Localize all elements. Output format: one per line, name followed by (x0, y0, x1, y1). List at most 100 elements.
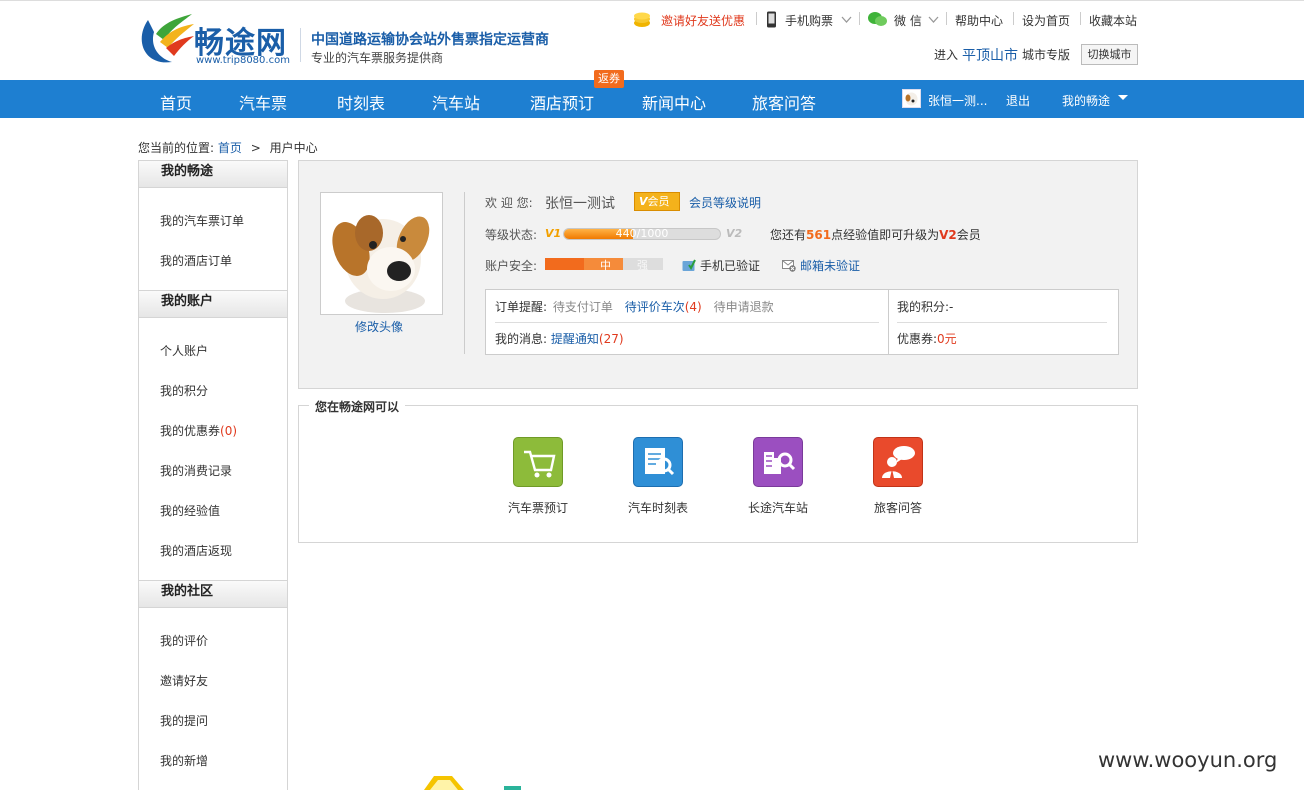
sidebar-section-title: 我的畅途 (139, 160, 287, 188)
caret-down-icon[interactable] (1118, 95, 1128, 100)
floating-gift-icon[interactable] (424, 774, 484, 790)
upgrade-level: V2 (939, 228, 957, 242)
user-profile-panel: 修改头像 欢 迎 您: 张恒一测试 V会员 会员等级说明 等级状态: V1 44… (298, 160, 1138, 389)
service-label: 汽车票预订 (507, 501, 568, 515)
member-badge: V会员 (634, 192, 680, 211)
user-avatar[interactable] (320, 192, 443, 315)
sidebar-item-reviews[interactable]: 我的评价 (160, 632, 208, 649)
puppy-photo-icon (321, 193, 442, 314)
nav-news[interactable]: 新闻中心 (642, 90, 706, 114)
pending-payment-link[interactable]: 待支付订单 (553, 300, 613, 314)
sidebar-item-points[interactable]: 我的积分 (160, 382, 208, 399)
phone-verified: 手机已验证 (682, 257, 760, 274)
breadcrumb-sep: > (250, 141, 261, 155)
messages: 我的消息: 提醒通知(27) (495, 332, 624, 346)
chevron-down-icon[interactable] (841, 13, 852, 27)
nav-bus-tickets[interactable]: 汽车票 (239, 90, 287, 114)
nav-bus-station[interactable]: 汽车站 (432, 90, 480, 114)
invite-link[interactable]: 邀请好友送优惠 (661, 12, 745, 29)
email-unverified-link[interactable]: 邮箱未验证 (782, 257, 860, 274)
security-label: 账户安全: (485, 259, 538, 273)
my-changtu-menu[interactable]: 我的畅途 (1062, 92, 1110, 109)
slogan-sub: 专业的汽车票服务提供商 (311, 51, 444, 65)
nav-user-name[interactable]: 张恒一测... (928, 92, 987, 109)
reminders-box: 订单提醒: 待支付订单 待评价车次(4) 待申请退款 我的消息: 提醒通知(27… (485, 289, 1119, 355)
nav-home[interactable]: 首页 (160, 90, 192, 114)
add-favorite-link[interactable]: 收藏本站 (1089, 12, 1137, 29)
upgrade-points: 561 (806, 228, 832, 242)
member-level-link[interactable]: 会员等级说明 (689, 194, 761, 211)
email-x-icon (782, 260, 796, 272)
breadcrumb-current: 用户中心 (269, 141, 318, 155)
service-label: 旅客问答 (873, 501, 922, 515)
order-reminder: 订单提醒: 待支付订单 待评价车次(4) 待申请退款 (495, 300, 774, 314)
chevron-down-icon[interactable] (928, 13, 939, 27)
level-progress-text: 440/1000 (615, 228, 669, 240)
floating-accent (504, 786, 521, 790)
sidebar: 我的畅途 我的汽车票订单 我的酒店订单 我的账户 个人账户 我的积分 我的优惠券… (138, 160, 288, 790)
city-prefix: 进入 (934, 48, 959, 62)
level-label: 等级状态: (485, 228, 538, 242)
sidebar-section-title: 我的社区 (139, 580, 287, 608)
logout-link[interactable]: 退出 (1006, 92, 1030, 109)
edit-avatar-link[interactable]: 修改头像 (355, 318, 403, 335)
sidebar-item-questions[interactable]: 我的提问 (160, 712, 208, 729)
member-badge-label: 会员 (647, 195, 670, 208)
service-timetable[interactable]: 汽车时刻表 (598, 437, 718, 516)
sidebar-item-experience[interactable]: 我的经验值 (160, 502, 220, 519)
level-to: V2 (726, 227, 743, 240)
service-bus-ticket[interactable]: 汽车票预订 (478, 437, 598, 516)
cart-icon (513, 437, 563, 487)
sidebar-item-hotel-cashback[interactable]: 我的酒店返现 (160, 542, 232, 559)
sidebar-item-spending[interactable]: 我的消费记录 (160, 462, 232, 479)
qa-icon (873, 437, 923, 487)
breadcrumb-home[interactable]: 首页 (218, 141, 242, 155)
my-points: 我的积分:- (897, 300, 954, 314)
coupon-value-link[interactable]: 0元 (937, 332, 957, 346)
user-avatar-small[interactable] (902, 89, 921, 108)
main-nav: 首页 汽车票 时刻表 汽车站 酒店预订 新闻中心 旅客问答 张恒一测... 退出… (0, 80, 1304, 118)
logo-url: www.trip8080.com (196, 55, 290, 66)
user-name: 张恒一测试 (545, 196, 615, 212)
level-from: V1 (545, 227, 562, 240)
switch-city-button[interactable]: 切换城市 (1081, 44, 1138, 65)
panel-divider (464, 192, 465, 354)
phone-check-icon (682, 259, 696, 271)
set-homepage-link[interactable]: 设为首页 (1022, 12, 1070, 29)
sidebar-item-account[interactable]: 个人账户 (160, 342, 208, 359)
logo-swoosh-icon (141, 14, 194, 63)
services-box: 您在畅途网可以 汽车票预订 汽车时刻表 长途汽车站 旅客问答 (298, 398, 1138, 543)
schedule-search-icon (633, 437, 683, 487)
sidebar-item-coupons[interactable]: 我的优惠券(0) (160, 422, 237, 439)
nav-hotel[interactable]: 酒店预订 (530, 90, 594, 114)
breadcrumb-prefix: 您当前的位置: (138, 141, 215, 155)
service-bus-station[interactable]: 长途汽车站 (718, 437, 838, 516)
service-label: 长途汽车站 (747, 501, 808, 515)
wechat-icon (868, 11, 887, 30)
promo-badge: 返券 (594, 70, 624, 88)
pending-review-link[interactable]: 待评价车次(4) (625, 300, 702, 314)
slogan-main: 中国道路运输协会站外售票指定运营商 (311, 32, 549, 48)
site-logo[interactable]: 畅途网 www.trip8080.com (138, 8, 294, 70)
service-qa[interactable]: 旅客问答 (838, 437, 958, 516)
mobile-ticket-link[interactable]: 手机购票 (785, 12, 833, 29)
security-level-mid: 中 (600, 259, 611, 272)
mobile-phone-icon (766, 11, 777, 31)
sidebar-item-new[interactable]: 我的新增 (160, 752, 208, 769)
nav-qa[interactable]: 旅客问答 (752, 90, 816, 114)
city-name[interactable]: 平顶山市 (962, 45, 1018, 65)
sidebar-item-bus-orders[interactable]: 我的汽车票订单 (160, 212, 244, 229)
my-coupons: 优惠券:0元 (897, 332, 957, 346)
wechat-link[interactable]: 微 信 (894, 12, 922, 29)
sidebar-item-invite[interactable]: 邀请好友 (160, 672, 208, 689)
notifications-link[interactable]: 提醒通知(27) (551, 332, 624, 346)
coins-icon (633, 12, 653, 31)
sidebar-section-title: 我的账户 (139, 290, 287, 318)
help-center-link[interactable]: 帮助中心 (955, 12, 1003, 29)
level-progress-bar: 440/1000 (563, 228, 721, 240)
pending-refund-link[interactable]: 待申请退款 (714, 300, 774, 314)
upgrade-hint: 您还有561点经验值即可升级为V2会员 (770, 228, 981, 242)
nav-timetable[interactable]: 时刻表 (337, 90, 385, 114)
sidebar-item-hotel-orders[interactable]: 我的酒店订单 (160, 252, 232, 269)
header-divider (300, 28, 301, 62)
